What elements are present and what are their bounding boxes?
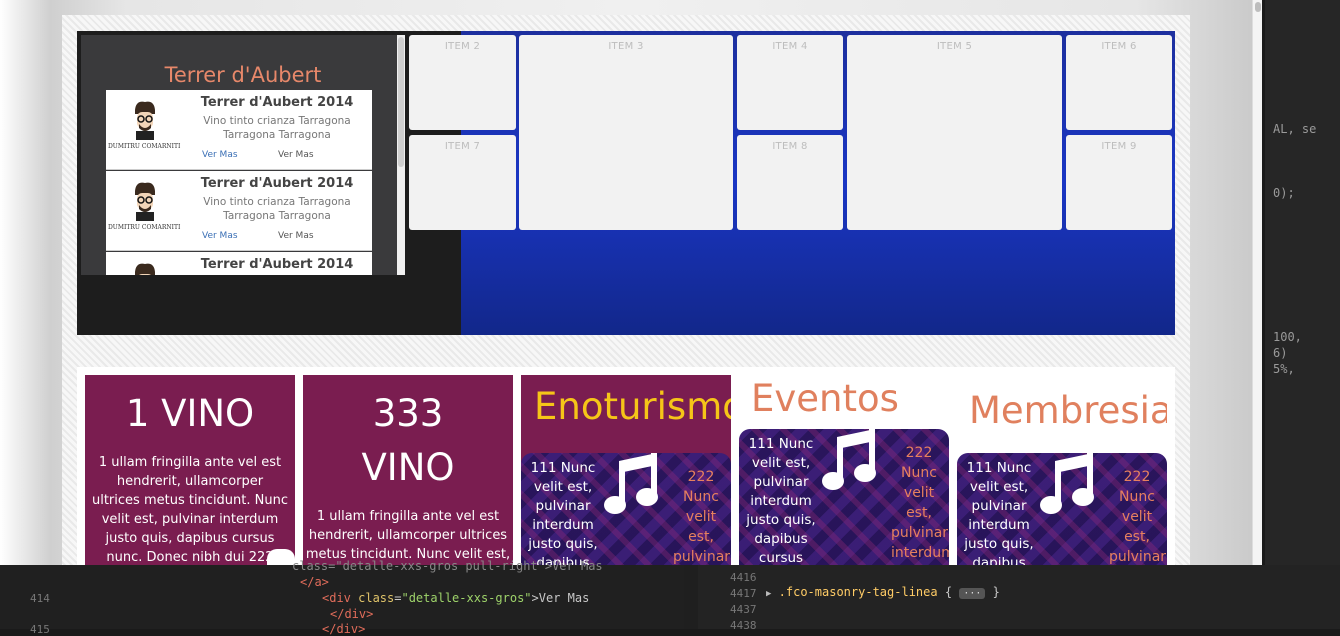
wine-card[interactable]: DUMITRU COMARNITI Terrer d'Aubert 2014 V… — [106, 90, 372, 170]
masonry-grid: ITEM 2 ITEM 3 ITEM 4 ITEM 5 ITEM 6 ITEM … — [409, 31, 1175, 335]
styles-panel: 4416 4417 ▶ .fco-masonry-tag-linea { ···… — [698, 565, 1340, 632]
card-title: 333 VINO — [361, 392, 455, 489]
brand-logo: DUMITRU COMARNITI — [106, 90, 182, 170]
panel-text-1: 111 Nunc velit est, pulvinar interdum ju… — [746, 436, 816, 565]
wine-name: Terrer d'Aubert 2014 — [200, 176, 354, 191]
panel-text-1: 111 Nunc velit est, pulvinar interdum ju… — [964, 460, 1034, 565]
music-note-icon — [822, 429, 876, 490]
scrollbar-thumb[interactable] — [398, 37, 404, 167]
code-snippet: 6) — [1273, 346, 1288, 360]
wine-card[interactable]: Terrer d'Aubert 2014 — [106, 252, 372, 275]
grid-item-8[interactable]: ITEM 8 — [737, 135, 843, 230]
decorative-tab — [267, 549, 295, 565]
devtools-panel: class="detalle-xxs-gros pull-right">Ver … — [0, 559, 1340, 636]
code-text: >Ver Mas — [531, 591, 590, 605]
ver-mas-link[interactable]: Ver Mas — [278, 150, 314, 160]
ver-mas-link[interactable]: Ver Mas — [278, 231, 314, 241]
brand-name: DUMITRU COMARNITI — [108, 143, 181, 150]
line-number: 4417 — [730, 587, 757, 600]
code-snippet: 5%, — [1273, 362, 1295, 376]
code-line: </div> — [330, 607, 374, 621]
feature-cards: 1 VINO 1 ullam fringilla ante vel est he… — [77, 367, 1175, 565]
page-scrollbar[interactable] — [1252, 0, 1262, 565]
panel-text-2: 222 Nunc velit est, pulvinar interdum — [891, 445, 949, 561]
avatar-icon — [135, 101, 155, 140]
line-number: 414 — [30, 592, 50, 605]
brace-open: { — [944, 585, 953, 599]
ver-mas-link[interactable]: Ver Mas — [202, 150, 238, 160]
music-note-icon — [1040, 453, 1094, 514]
grid-item-3[interactable]: ITEM 3 — [519, 35, 733, 230]
music-panel: 111 Nunc velit est, pulvinar interdum ju… — [521, 453, 731, 565]
avatar-icon — [135, 182, 155, 221]
line-number: 4437 — [730, 603, 757, 616]
wine-description: Vino tinto crianza Tarragona Tarragona T… — [203, 115, 351, 141]
line-number: 4416 — [730, 571, 757, 584]
ver-mas-link[interactable]: Ver Mas — [202, 231, 238, 241]
card-vino-333[interactable]: 333 VINO 1 ullam fringilla ante vel est … — [303, 375, 513, 565]
music-panel: 111 Nunc velit est, pulvinar interdum ju… — [739, 429, 949, 565]
page-container: ITEM 2 ITEM 3 ITEM 4 ITEM 5 ITEM 6 ITEM … — [62, 15, 1190, 565]
wine-name: Terrer d'Aubert 2014 — [200, 257, 354, 272]
brand-logo — [106, 252, 182, 275]
code-snippet: 100, — [1273, 330, 1302, 344]
devtools-styles-panel: AL, se 0); 100, 6) 5%, — [1265, 0, 1340, 565]
code-line: </a> — [300, 575, 329, 589]
brand-name: DUMITRU COMARNITI — [108, 224, 181, 231]
sidebar-scrollbar[interactable] — [397, 35, 405, 275]
card-title: Eventos — [751, 377, 899, 420]
line-number: 415 — [30, 623, 50, 636]
music-note-icon — [604, 453, 658, 514]
wine-card[interactable]: DUMITRU COMARNITI Terrer d'Aubert 2014 V… — [106, 171, 372, 251]
expand-arrow-icon[interactable]: ▶ — [766, 589, 771, 599]
card-vino-1[interactable]: 1 VINO 1 ullam fringilla ante vel est he… — [85, 375, 295, 565]
code-tag: <div — [322, 591, 359, 605]
card-membresia[interactable]: Membresia 111 Nunc velit est, pulvinar i… — [957, 375, 1167, 565]
wine-sidebar: Terrer d'Aubert DUMITRU COMARNITI Terrer… — [81, 35, 405, 275]
browser-viewport: ITEM 2 ITEM 3 ITEM 4 ITEM 5 ITEM 6 ITEM … — [0, 0, 1262, 565]
grid-item-2[interactable]: ITEM 2 — [409, 35, 516, 130]
code-line[interactable]: <div class="detalle-xxs-gros">Ver Mas — [322, 591, 589, 605]
code-string: "detalle-xxs-gros" — [401, 591, 532, 605]
code-snippet: AL, se — [1273, 122, 1317, 136]
card-title: 1 VINO — [125, 392, 255, 435]
sidebar-title: Terrer d'Aubert — [164, 63, 322, 87]
wine-name: Terrer d'Aubert 2014 — [200, 95, 354, 110]
css-selector: .fco-masonry-tag-linea — [778, 585, 938, 599]
line-number: 4438 — [730, 619, 757, 632]
grid-item-6[interactable]: ITEM 6 — [1066, 35, 1172, 130]
wine-description: Vino tinto crianza Tarragona Tarragona T… — [203, 196, 351, 222]
grid-item-9[interactable]: ITEM 9 — [1066, 135, 1172, 230]
collapsed-ellipsis[interactable]: ··· — [959, 588, 986, 599]
card-enoturismo[interactable]: Enoturismo 111 Nunc velit est, pulvinar … — [521, 375, 731, 565]
music-panel: 111 Nunc velit est, pulvinar interdum ju… — [957, 453, 1167, 565]
code-attr: class — [358, 591, 395, 605]
grid-item-5[interactable]: ITEM 5 — [847, 35, 1062, 230]
card-body: 1 ullam fringilla ante vel est hendrerit… — [305, 509, 511, 562]
panel-text-1: 111 Nunc velit est, pulvinar interdum ju… — [528, 460, 598, 565]
hero-section: ITEM 2 ITEM 3 ITEM 4 ITEM 5 ITEM 6 ITEM … — [77, 31, 1175, 335]
grid-item-4[interactable]: ITEM 4 — [737, 35, 843, 130]
brand-logo: DUMITRU COMARNITI — [106, 171, 182, 251]
card-title: Enoturismo — [534, 385, 731, 428]
elements-panel: class="detalle-xxs-gros pull-right">Ver … — [0, 559, 684, 636]
scrollbar-thumb[interactable] — [1255, 2, 1261, 12]
code-line: </div> — [322, 622, 366, 636]
card-body: 1 ullam fringilla ante vel est hendrerit… — [91, 455, 288, 565]
brace-close: } — [992, 585, 1000, 599]
code-snippet: 0); — [1273, 186, 1295, 200]
css-rule[interactable]: ▶ .fco-masonry-tag-linea { ··· } — [766, 585, 1000, 599]
panel-text-2: 222 Nunc velit est, pulvinar — [673, 469, 731, 565]
card-eventos[interactable]: Eventos 111 Nunc velit est, pulvinar int… — [739, 375, 949, 565]
avatar-icon — [135, 263, 155, 275]
grid-item-7[interactable]: ITEM 7 — [409, 135, 516, 230]
card-title: Membresia — [969, 389, 1167, 432]
panel-text-2: 222 Nunc velit est, pulvinar — [1109, 469, 1167, 565]
